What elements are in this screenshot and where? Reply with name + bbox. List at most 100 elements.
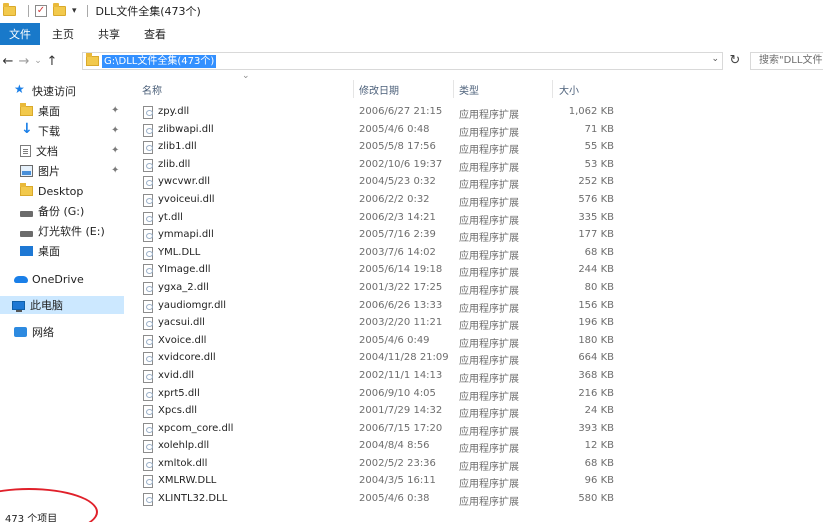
- sidebar-item-desktop-folder[interactable]: Desktop: [20, 182, 83, 200]
- sidebar-item-pictures[interactable]: 图片: [20, 162, 60, 180]
- sidebar-item-documents[interactable]: 文档: [20, 142, 58, 160]
- file-row[interactable]: ywcvwr.dll 2004/5/23 0:32 应用程序扩展 252 KB: [127, 173, 627, 191]
- file-row[interactable]: yt.dll 2006/2/3 14:21 应用程序扩展 335 KB: [127, 209, 627, 227]
- quick-access-dropdown-icon[interactable]: ▾: [72, 6, 77, 16]
- file-name: zpy.dll: [158, 106, 190, 117]
- file-size: 580 KB: [578, 493, 614, 505]
- navigation-bar: ← → ⌄ ↑ G:\DLL文件全集(473个) ⌄ ↻ 搜索"DLL文件: [0, 50, 823, 72]
- up-arrow-icon[interactable]: ↑: [44, 54, 60, 69]
- search-input[interactable]: 搜索"DLL文件: [750, 52, 823, 70]
- file-row[interactable]: xprt5.dll 2006/9/10 4:05 应用程序扩展 216 KB: [127, 385, 627, 403]
- file-type: 应用程序扩展: [459, 426, 519, 438]
- dll-file-icon: [143, 457, 153, 471]
- file-row[interactable]: Xpcs.dll 2001/7/29 14:32 应用程序扩展 24 KB: [127, 402, 627, 420]
- dll-file-icon: [143, 369, 153, 383]
- file-type: 应用程序扩展: [459, 197, 519, 209]
- dll-file-icon: [143, 334, 153, 348]
- sidebar-item-label: 下载: [38, 125, 60, 138]
- file-row[interactable]: yvoiceui.dll 2006/2/2 0:32 应用程序扩展 576 KB: [127, 191, 627, 209]
- properties-check-icon[interactable]: ✓: [35, 5, 47, 17]
- file-row[interactable]: XLINTL32.DLL 2005/4/6 0:38 应用程序扩展 580 KB: [127, 490, 627, 508]
- column-divider[interactable]: [453, 80, 454, 98]
- file-type: 应用程序扩展: [459, 444, 519, 456]
- sidebar-item-drive-g[interactable]: 备份 (G:): [20, 202, 84, 220]
- file-row[interactable]: xmltok.dll 2002/5/2 23:36 应用程序扩展 68 KB: [127, 455, 627, 473]
- back-arrow-icon[interactable]: ←: [0, 54, 16, 69]
- file-row[interactable]: YML.DLL 2003/7/6 14:02 应用程序扩展 68 KB: [127, 244, 627, 262]
- file-row[interactable]: xpcom_core.dll 2006/7/15 17:20 应用程序扩展 393 K…: [127, 420, 627, 438]
- chevron-down-icon[interactable]: ⌄: [711, 54, 719, 64]
- file-name: xolehlp.dll: [158, 440, 210, 452]
- pin-icon[interactable]: ✦: [111, 105, 119, 116]
- sidebar-item-desktop[interactable]: 桌面: [20, 102, 60, 120]
- new-folder-icon[interactable]: [53, 3, 66, 16]
- file-type: 应用程序扩展: [459, 409, 519, 421]
- file-row[interactable]: yacsui.dll 2003/2/20 11:21 应用程序扩展 196 KB: [127, 314, 627, 332]
- sidebar-item-downloads[interactable]: 下载: [20, 121, 60, 140]
- column-header-size[interactable]: 大小: [555, 80, 625, 98]
- sidebar-item-drive-e[interactable]: 灯光软件 (E:): [20, 222, 105, 240]
- refresh-icon[interactable]: ↻: [727, 52, 743, 70]
- file-row[interactable]: yaudiomgr.dll 2006/6/26 13:33 应用程序扩展 156 KB: [127, 297, 627, 315]
- window-title: DLL文件全集(473个): [95, 5, 201, 18]
- file-date: 2005/4/6 0:49: [359, 334, 430, 346]
- file-row[interactable]: xvidcore.dll 2004/11/28 21:09 应用程序扩展 664 KB: [127, 349, 627, 367]
- file-row[interactable]: YImage.dll 2005/6/14 19:18 应用程序扩展 244 KB: [127, 261, 627, 279]
- column-divider[interactable]: [552, 80, 553, 98]
- download-icon: [20, 121, 33, 137]
- file-size: 664 KB: [578, 352, 614, 364]
- sidebar-item-label: 网络: [32, 326, 54, 339]
- file-date: 2005/6/14 19:18: [359, 264, 443, 276]
- pin-icon[interactable]: ✦: [111, 125, 119, 136]
- sidebar-item-label: 文档: [36, 145, 58, 158]
- drive-icon: [20, 230, 33, 237]
- tab-share[interactable]: 共享: [86, 23, 132, 45]
- column-header-name[interactable]: 名称: [138, 80, 353, 98]
- file-row[interactable]: zlibwapi.dll 2005/4/6 0:48 应用程序扩展 71 KB: [127, 121, 627, 139]
- file-name: yaudiomgr.dll: [158, 299, 226, 311]
- sidebar-item-this-pc[interactable]: 此电脑: [0, 296, 124, 314]
- file-row[interactable]: xolehlp.dll 2004/8/4 8:56 应用程序扩展 12 KB: [127, 437, 627, 455]
- file-name: xvidcore.dll: [158, 352, 216, 364]
- dll-file-icon: [143, 387, 153, 401]
- sidebar-item-desktop-pc[interactable]: 桌面: [20, 242, 60, 260]
- file-date: 2005/4/6 0:38: [359, 493, 430, 505]
- sidebar-item-label: 快速访问: [32, 85, 76, 98]
- sidebar-item-quick-access[interactable]: 快速访问: [14, 82, 76, 100]
- tab-file[interactable]: 文件: [0, 23, 40, 45]
- dll-file-icon: [143, 158, 153, 172]
- address-bar[interactable]: G:\DLL文件全集(473个) ⌄: [82, 52, 723, 70]
- column-header-type[interactable]: 类型: [455, 80, 552, 98]
- file-date: 2006/2/2 0:32: [359, 193, 430, 205]
- file-row[interactable]: ymmapi.dll 2005/7/16 2:39 应用程序扩展 177 KB: [127, 226, 627, 244]
- file-row[interactable]: Xvoice.dll 2005/4/6 0:49 应用程序扩展 180 KB: [127, 332, 627, 350]
- sidebar-item-label: 桌面: [38, 245, 60, 258]
- sidebar-item-onedrive[interactable]: OneDrive: [14, 270, 84, 288]
- file-date: 2002/11/1 14:13: [359, 369, 443, 381]
- picture-icon: [20, 165, 33, 177]
- sidebar-item-label: 桌面: [38, 105, 60, 118]
- file-size: 68 KB: [584, 246, 614, 258]
- address-path[interactable]: G:\DLL文件全集(473个): [102, 54, 217, 68]
- tab-home[interactable]: 主页: [40, 23, 86, 45]
- file-row[interactable]: xvid.dll 2002/11/1 14:13 应用程序扩展 368 KB: [127, 367, 627, 385]
- desktop-icon: [20, 246, 33, 256]
- file-row[interactable]: zpy.dll 2006/6/27 21:15 应用程序扩展 1,062 KB: [127, 103, 627, 121]
- file-row[interactable]: ygxa_2.dll 2001/3/22 17:25 应用程序扩展 80 KB: [127, 279, 627, 297]
- dll-file-icon: [143, 440, 153, 454]
- file-row[interactable]: zlib.dll 2002/10/6 19:37 应用程序扩展 53 KB: [127, 156, 627, 174]
- pin-icon[interactable]: ✦: [111, 165, 119, 176]
- pin-icon[interactable]: ✦: [111, 145, 119, 156]
- tab-view[interactable]: 查看: [132, 23, 178, 45]
- file-name: Xpcs.dll: [158, 405, 197, 417]
- file-type: 应用程序扩展: [459, 127, 519, 139]
- file-row[interactable]: zlib1.dll 2005/5/8 17:56 应用程序扩展 55 KB: [127, 138, 627, 156]
- file-name: ymmapi.dll: [158, 229, 214, 241]
- column-divider[interactable]: [353, 80, 354, 98]
- file-row[interactable]: XMLRW.DLL 2004/3/5 16:11 应用程序扩展 96 KB: [127, 472, 627, 490]
- dll-file-icon: [143, 246, 153, 260]
- forward-arrow-icon[interactable]: →: [16, 54, 32, 69]
- column-header-date[interactable]: 修改日期: [355, 80, 453, 98]
- sidebar-item-network[interactable]: 网络: [14, 323, 54, 341]
- recent-locations-chevron-icon[interactable]: ⌄: [32, 56, 44, 66]
